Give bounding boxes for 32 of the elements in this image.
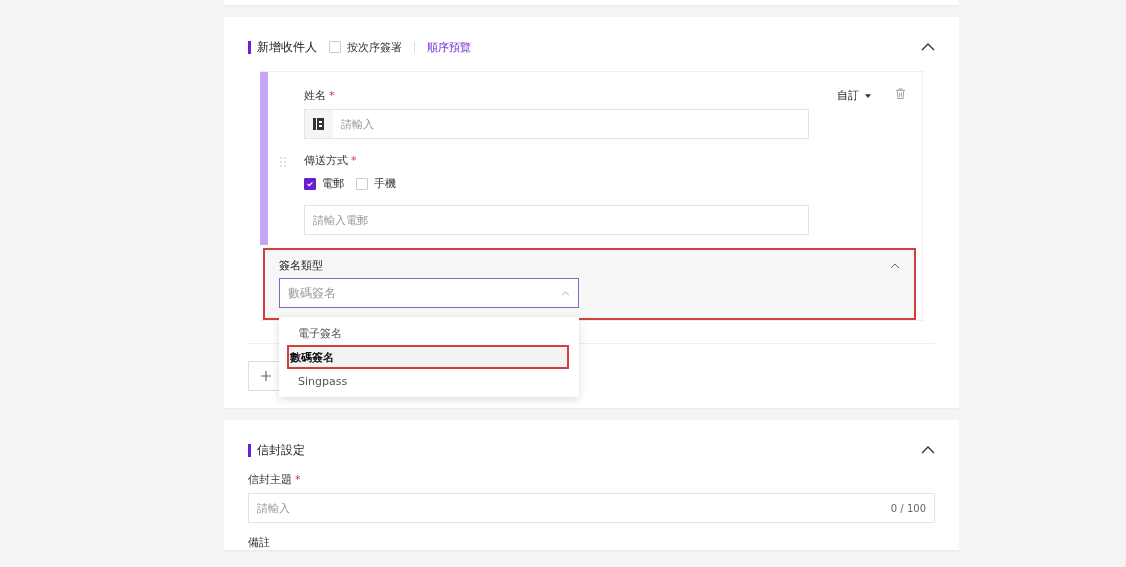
plus-icon — [261, 371, 271, 381]
dropdown-option[interactable]: Singpass — [287, 369, 571, 393]
placeholder-text: 請輸入 — [256, 500, 291, 516]
name-label: 姓名 — [304, 88, 326, 103]
dropdown-option[interactable]: 數碼簽名 — [287, 345, 569, 369]
section-title: 信封設定 — [257, 441, 305, 459]
sequential-checkbox[interactable]: 按次序簽署 — [329, 39, 402, 55]
drag-handle-icon[interactable] — [280, 157, 286, 167]
character-counter: 0 / 100 — [890, 502, 927, 514]
section-title: 新增收件人 — [257, 38, 317, 56]
placeholder-text: 請輸入 — [340, 116, 375, 132]
check-icon — [306, 179, 314, 188]
collapse-icon[interactable] — [921, 446, 935, 454]
method-checkbox[interactable]: 電郵 — [304, 176, 344, 191]
method-label: 傳送方式 — [304, 153, 348, 168]
required-mark: * — [295, 473, 301, 486]
dropdown-option[interactable]: 電子簽名 — [287, 321, 571, 345]
subject-label: 信封主題 — [248, 472, 292, 487]
note-label: 備註 — [248, 535, 271, 550]
required-mark: * — [351, 154, 357, 167]
method-checkbox[interactable]: 手機 — [356, 176, 396, 191]
preview-link[interactable]: 順序預覽 — [427, 39, 471, 55]
subject-field[interactable]: 請輸入 0 / 100 — [248, 493, 935, 523]
placeholder-text: 請輸入電郵 — [312, 212, 369, 228]
signature-type-label: 簽名類型 — [279, 258, 323, 273]
collapse-icon[interactable] — [890, 262, 900, 269]
collapse-icon[interactable] — [921, 43, 935, 51]
caret-icon — [865, 93, 871, 98]
role-dropdown[interactable]: 自訂 — [837, 88, 871, 103]
contact-card-icon — [313, 118, 325, 130]
caret-icon — [561, 290, 570, 296]
required-mark: * — [329, 89, 335, 102]
